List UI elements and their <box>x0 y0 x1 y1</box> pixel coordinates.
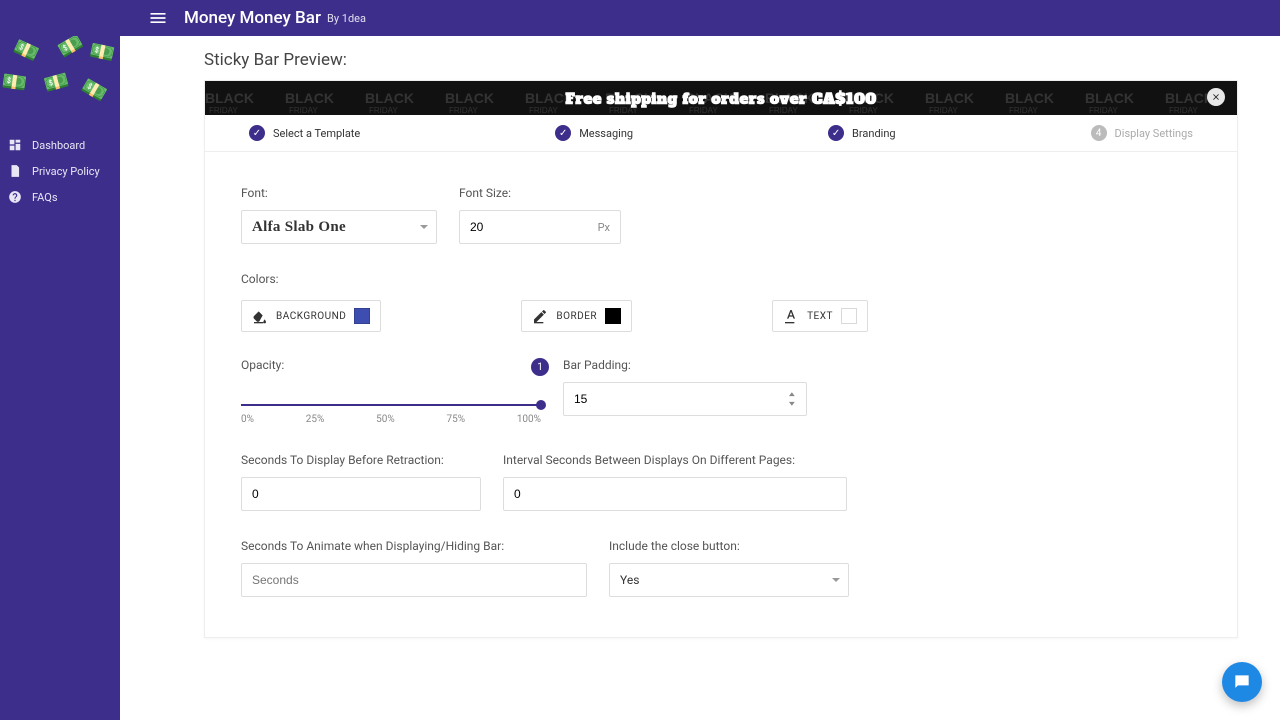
field-interval: Interval Seconds Between Displays On Dif… <box>503 453 847 511</box>
colors-label: Colors: <box>241 272 279 286</box>
field-font-size: Font Size: Px <box>459 186 621 244</box>
tick: 75% <box>446 414 465 425</box>
app-byline: By 1dea <box>327 12 366 25</box>
chat-launcher[interactable] <box>1222 662 1262 702</box>
sidebar-nav: Dashboard Privacy Policy FAQs <box>0 132 120 210</box>
main-content: Sticky Bar Preview: Free shipping for or… <box>120 36 1280 720</box>
include-close-label: Include the close button: <box>609 539 849 553</box>
step-messaging[interactable]: ✓ Messaging <box>555 125 633 141</box>
step-display-settings[interactable]: 4 Display Settings <box>1091 125 1193 141</box>
interval-label: Interval Seconds Between Displays On Dif… <box>503 453 847 467</box>
text-color-icon <box>783 308 799 324</box>
step-label: Select a Template <box>273 127 360 140</box>
field-seconds-animate: Seconds To Animate when Displaying/Hidin… <box>241 539 587 597</box>
sidebar-item-label: Privacy Policy <box>32 165 100 178</box>
slider-track <box>241 404 541 406</box>
interval-input[interactable] <box>503 477 847 511</box>
color-label: BORDER <box>556 311 597 322</box>
background-swatch <box>354 308 370 324</box>
include-close-select[interactable]: Yes <box>609 563 849 597</box>
seconds-animate-value[interactable] <box>252 573 576 587</box>
tick: 0% <box>241 414 254 425</box>
font-select[interactable]: Alfa Slab One <box>241 210 437 244</box>
chat-icon <box>1232 672 1252 692</box>
branding-form: Font: Alfa Slab One Font Size: Px Colors… <box>205 152 1237 637</box>
field-seconds-before: Seconds To Display Before Retraction: <box>241 453 481 511</box>
opacity-slider[interactable]: 1 0% 25% 50% 75% 100% <box>241 382 541 425</box>
border-swatch <box>605 308 621 324</box>
chevron-down-icon <box>832 578 840 582</box>
step-template[interactable]: ✓ Select a Template <box>249 125 360 141</box>
tick: 100% <box>517 414 541 425</box>
stepper-icon[interactable] <box>788 392 796 406</box>
tick: 25% <box>306 414 325 425</box>
field-font: Font: Alfa Slab One <box>241 186 437 244</box>
check-icon: ✓ <box>249 125 265 141</box>
dashboard-icon <box>8 138 22 152</box>
color-label: BACKGROUND <box>276 311 346 322</box>
menu-icon[interactable] <box>148 8 168 28</box>
slider-ticks: 0% 25% 50% 75% 100% <box>241 414 541 425</box>
app-title: Money Money Bar <box>184 8 321 28</box>
sidebar: 💵💵 💵💵 💵💵 💵💵 💵 Dashboard Privacy Policy F… <box>0 0 120 720</box>
stepper: ✓ Select a Template ✓ Messaging ✓ Brandi… <box>205 115 1237 152</box>
close-icon <box>1211 92 1221 102</box>
help-icon <box>8 190 22 204</box>
padding-label: Bar Padding: <box>563 358 807 372</box>
slider-tooltip: 1 <box>531 358 549 376</box>
font-size-input[interactable]: Px <box>459 210 621 244</box>
sticky-bar-preview: Free shipping for orders over CA$100 <box>205 81 1237 115</box>
seconds-before-label: Seconds To Display Before Retraction: <box>241 453 481 467</box>
include-close-value: Yes <box>620 573 639 587</box>
step-label: Messaging <box>579 127 633 140</box>
check-icon: ✓ <box>555 125 571 141</box>
app-header: Money Money Bar By 1dea <box>0 0 1280 36</box>
chevron-down-icon <box>420 225 428 229</box>
px-suffix: Px <box>598 221 610 234</box>
step-label: Display Settings <box>1115 127 1193 140</box>
seconds-animate-label: Seconds To Animate when Displaying/Hidin… <box>241 539 587 553</box>
font-value: Alfa Slab One <box>252 219 346 236</box>
background-color-button[interactable]: BACKGROUND <box>241 300 381 332</box>
preview-close-button[interactable] <box>1207 88 1225 106</box>
border-color-button[interactable]: BORDER <box>521 300 632 332</box>
document-icon <box>8 164 22 178</box>
sidebar-item-faqs[interactable]: FAQs <box>0 184 120 210</box>
check-icon: ✓ <box>828 125 844 141</box>
field-bar-padding: Bar Padding: <box>563 358 807 416</box>
font-size-value[interactable] <box>470 220 592 234</box>
seconds-animate-input[interactable] <box>241 563 587 597</box>
color-label: TEXT <box>807 311 833 322</box>
text-color-button[interactable]: TEXT <box>772 300 868 332</box>
tick: 50% <box>376 414 395 425</box>
sidebar-item-label: FAQs <box>32 191 58 204</box>
sidebar-item-privacy[interactable]: Privacy Policy <box>0 158 120 184</box>
sidebar-item-dashboard[interactable]: Dashboard <box>0 132 120 158</box>
padding-input[interactable] <box>563 382 807 416</box>
sidebar-item-label: Dashboard <box>32 139 85 152</box>
interval-value[interactable] <box>514 487 836 501</box>
step-number: 4 <box>1091 125 1107 141</box>
pencil-icon <box>532 308 548 324</box>
preview-heading: Sticky Bar Preview: <box>204 50 1238 70</box>
slider-thumb[interactable] <box>536 400 546 410</box>
opacity-label: Opacity: <box>241 358 541 372</box>
editor-card: Free shipping for orders over CA$100 ✓ S… <box>204 80 1238 638</box>
font-label: Font: <box>241 186 437 200</box>
step-branding[interactable]: ✓ Branding <box>828 125 896 141</box>
fill-icon <box>252 308 268 324</box>
field-include-close: Include the close button: Yes <box>609 539 849 597</box>
text-swatch <box>841 308 857 324</box>
font-size-label: Font Size: <box>459 186 621 200</box>
step-label: Branding <box>852 127 896 140</box>
preview-text: Free shipping for orders over CA$100 <box>565 88 876 109</box>
seconds-before-input[interactable] <box>241 477 481 511</box>
seconds-before-value[interactable] <box>252 487 470 501</box>
padding-value[interactable] <box>574 392 788 406</box>
field-opacity: Opacity: 1 0% 25% 50% 75% 100% <box>241 358 541 425</box>
